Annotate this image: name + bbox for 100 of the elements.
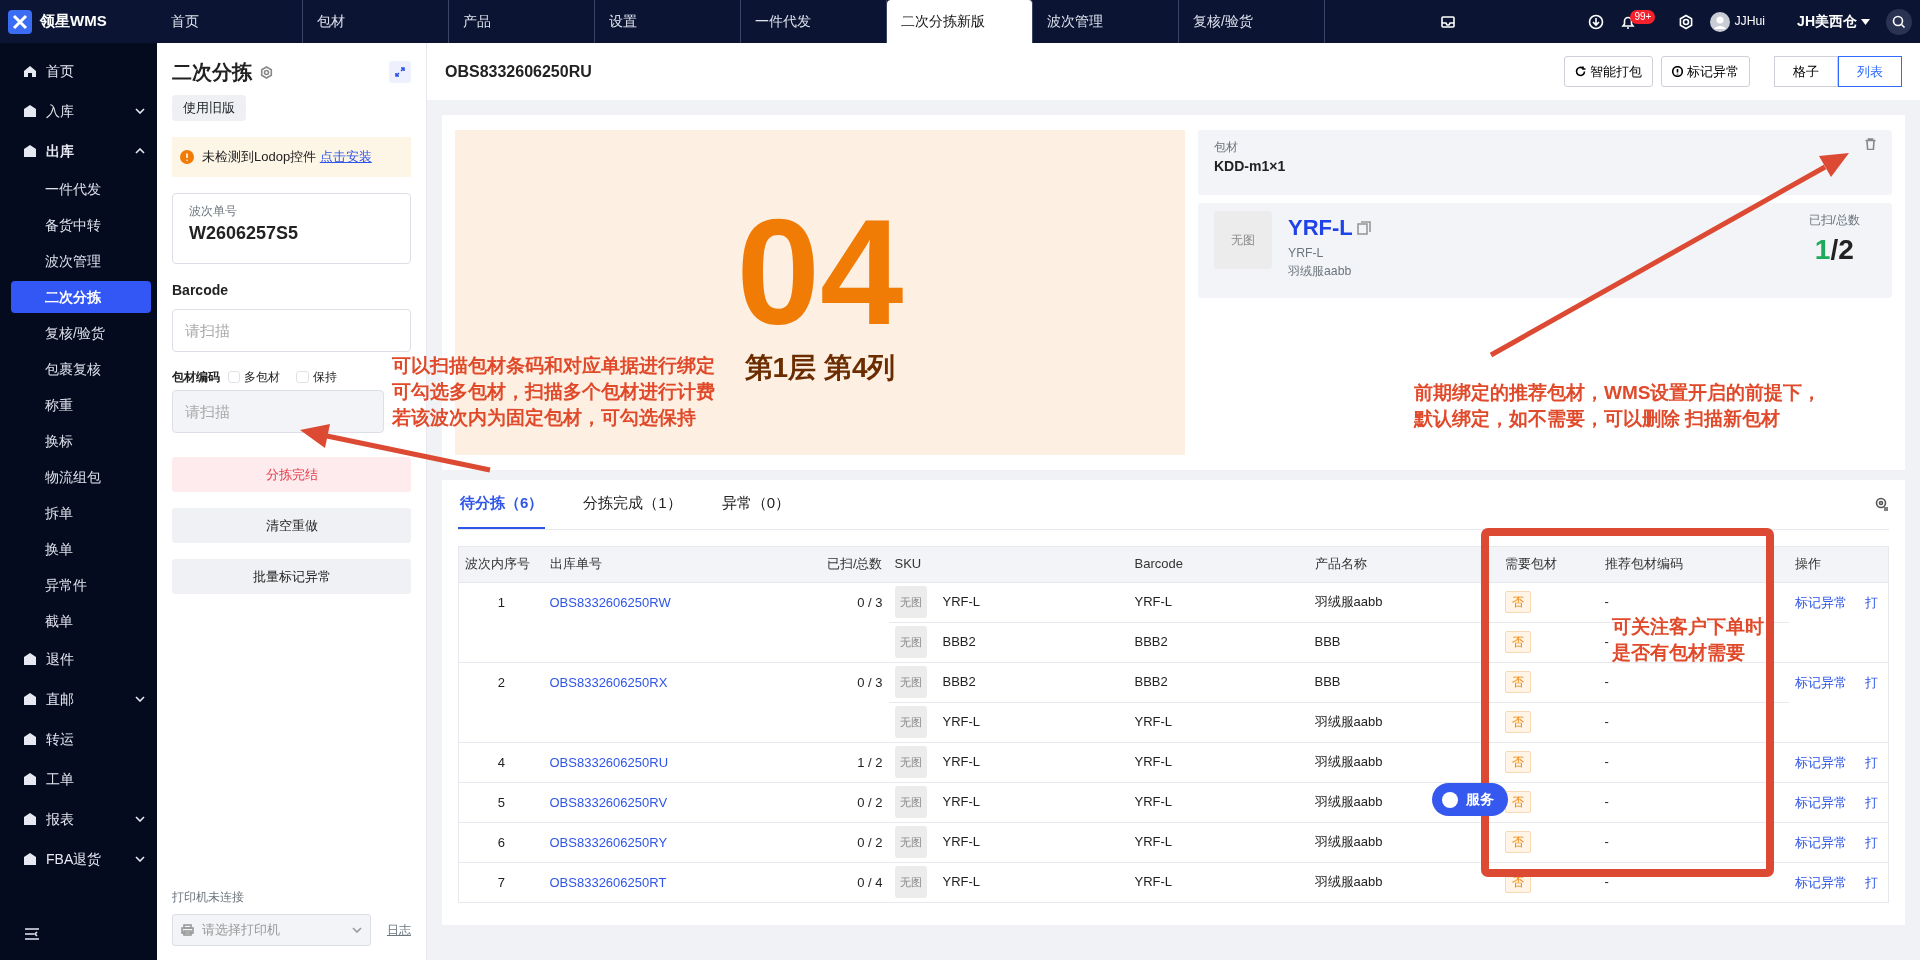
chevron-down-icon[interactable]: [135, 816, 145, 822]
sidebar-item[interactable]: 转运: [46, 728, 145, 750]
checkbox[interactable]: [228, 370, 241, 383]
order-link[interactable]: OBS8332606250RW: [549, 594, 671, 610]
tray-icon[interactable]: [1440, 13, 1457, 30]
sidebar-subitem[interactable]: 换单: [11, 533, 151, 565]
settings-icon[interactable]: [1678, 13, 1695, 30]
search-icon[interactable]: [1886, 8, 1912, 35]
checkbox[interactable]: [296, 370, 309, 383]
view-toggle[interactable]: 格子: [1774, 56, 1838, 87]
sidebar-subitem[interactable]: 一件代发: [11, 173, 151, 205]
menu-icon[interactable]: [24, 927, 40, 942]
sidebar-subitem[interactable]: 异常件: [11, 569, 151, 601]
action-button[interactable]: 批量标记异常: [172, 558, 411, 594]
trash-icon[interactable]: [1865, 138, 1876, 150]
table-cell: 4: [458, 742, 544, 782]
sidebar-subitem[interactable]: 物流组包: [11, 461, 151, 493]
chevron-down-icon[interactable]: [135, 696, 145, 702]
sidebar-subitem[interactable]: 换标: [11, 425, 151, 457]
no-image-label: 无图: [899, 674, 922, 690]
action-button[interactable]: 清空重做: [172, 507, 411, 543]
view-toggle[interactable]: 列表: [1838, 56, 1902, 87]
table-cell: -: [1604, 754, 1609, 770]
action-link[interactable]: 标记异常: [1794, 594, 1847, 610]
barcode-field[interactable]: 请扫描: [172, 308, 411, 352]
table-cell-text: YRF-L: [942, 713, 981, 732]
table-cell: YRF-L: [1134, 594, 1173, 610]
list-tab[interactable]: 异常（0）: [719, 480, 793, 529]
table-cell: -: [1604, 594, 1609, 610]
sidebar-item[interactable]: 退件: [46, 648, 145, 670]
list-tab[interactable]: 待分拣（6）: [458, 480, 546, 529]
action-link[interactable]: 打: [1864, 834, 1878, 850]
annotation-text: 可勾选多包材，扫描多个包材进行计费: [392, 380, 715, 404]
sidebar-subitem[interactable]: 备货中转: [11, 209, 151, 241]
sidebar-subitem[interactable]: 截单: [11, 605, 151, 637]
sidebar-item[interactable]: 首页: [46, 60, 145, 82]
avatar-icon[interactable]: [1710, 11, 1731, 32]
action-link[interactable]: 打: [1864, 754, 1878, 770]
table-cell: BBB: [1314, 674, 1341, 690]
order-link[interactable]: OBS8332606250RX: [549, 674, 668, 690]
checkbox-label[interactable]: 保持: [312, 367, 337, 386]
sidebar-subitem[interactable]: 二次分拣: [11, 281, 151, 313]
toolbar-button[interactable]: 智能打包: [1564, 56, 1653, 87]
action-link[interactable]: 打: [1864, 794, 1878, 810]
order-link[interactable]: OBS8332606250RV: [549, 794, 668, 810]
sidebar-subitem[interactable]: 拆单: [11, 497, 151, 529]
warning-icon: [180, 149, 194, 164]
table-cell: 2: [458, 662, 544, 742]
sidebar-subitem[interactable]: 包裹复核: [11, 353, 151, 385]
table-cell-text: BBB2: [942, 633, 976, 652]
install-link[interactable]: 点击安装: [319, 148, 372, 164]
download-icon[interactable]: [1588, 13, 1605, 30]
expand-icon[interactable]: [389, 61, 411, 83]
action-link[interactable]: 打: [1864, 874, 1878, 890]
toolbar-button[interactable]: 标记异常: [1661, 56, 1750, 87]
item-sku: YRF-L: [1288, 214, 1353, 242]
sidebar-item[interactable]: 直邮: [46, 688, 127, 710]
service-button[interactable]: 服务: [1432, 783, 1508, 816]
action-link[interactable]: 打: [1864, 594, 1878, 610]
action-link[interactable]: 标记异常: [1794, 754, 1847, 770]
old-version-button[interactable]: 使用旧版: [172, 95, 246, 121]
order-link[interactable]: OBS8332606250RT: [549, 874, 667, 890]
sidebar-subitem[interactable]: 复核/验货: [11, 317, 151, 349]
sidebar-subitem[interactable]: 波次管理: [11, 245, 151, 277]
table-cell-text: YRF-L: [942, 793, 981, 812]
nav-tab[interactable]: 二次分拣新版: [887, 0, 1033, 43]
column-header: Barcode: [1128, 546, 1309, 582]
column-settings-icon[interactable]: [1875, 497, 1889, 512]
action-link[interactable]: 打: [1864, 674, 1878, 690]
table-cell: 羽绒服aabb: [1314, 874, 1383, 890]
list-tab[interactable]: 分拣完成（1）: [581, 480, 684, 529]
warehouse-selector[interactable]: JH美西仓: [1797, 11, 1857, 32]
action-link[interactable]: 标记异常: [1794, 674, 1847, 690]
status-tag: 否: [1504, 671, 1531, 693]
chevron-up-icon[interactable]: [135, 148, 145, 154]
no-image-label: 无图: [1231, 232, 1255, 249]
count-label: 已扫/总数: [1808, 212, 1860, 229]
packaging-field[interactable]: 请扫描: [172, 389, 384, 433]
caret-icon[interactable]: [1861, 18, 1870, 25]
sidebar-subitem[interactable]: 称重: [11, 389, 151, 421]
sidebar-item[interactable]: 出库: [46, 140, 127, 162]
user-name[interactable]: JJHui: [1734, 12, 1766, 31]
sidebar-item[interactable]: FBA退货: [46, 848, 127, 870]
checkbox-label[interactable]: 多包材: [244, 367, 281, 386]
sidebar-item[interactable]: 入库: [46, 100, 127, 122]
sidebar-item[interactable]: 报表: [46, 808, 127, 830]
order-link[interactable]: OBS8332606250RU: [549, 754, 669, 770]
order-link[interactable]: OBS8332606250RY: [549, 834, 668, 850]
chevron-down-icon[interactable]: [135, 108, 145, 114]
chevron-down-icon[interactable]: [135, 856, 145, 862]
action-link[interactable]: 标记异常: [1794, 794, 1847, 810]
log-link[interactable]: 日志: [387, 920, 411, 940]
sidebar-item[interactable]: 工单: [46, 768, 145, 790]
table-cell: -: [1604, 674, 1609, 690]
table-cell: YRF-L: [1134, 794, 1173, 810]
action-button[interactable]: 分拣完结: [172, 456, 411, 492]
panel-title: 二次分拣: [172, 60, 252, 85]
building-icon: [22, 851, 38, 867]
action-link[interactable]: 标记异常: [1794, 874, 1847, 890]
action-link[interactable]: 标记异常: [1794, 834, 1847, 850]
